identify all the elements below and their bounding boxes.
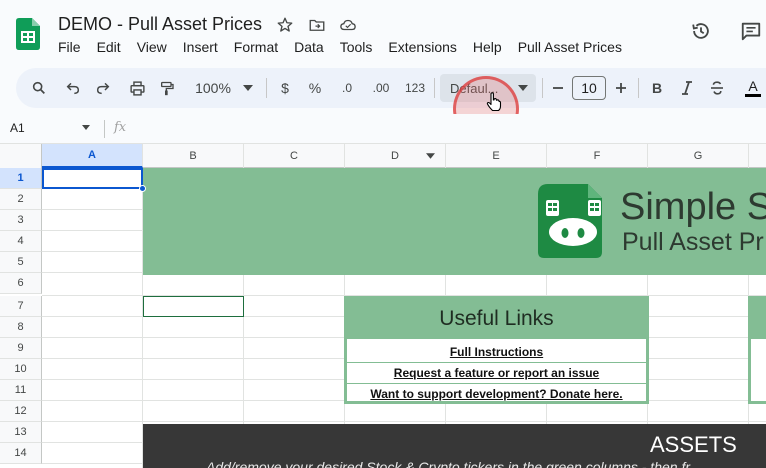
row-header-14[interactable]: 14 [0,443,42,464]
link-request-feature[interactable]: Request a feature or report an issue [347,363,646,383]
number-format-button[interactable]: 123 [402,68,428,108]
row-header-4[interactable]: 4 [0,231,42,252]
cell-b7-border[interactable] [143,296,244,317]
cloud-saved-icon[interactable] [337,14,359,36]
zoom-caret-icon[interactable] [240,68,256,108]
useful-links-panel: Useful Links Full Instructions Request a… [344,296,649,404]
row-header-11[interactable]: 11 [0,380,42,401]
row-header-1[interactable]: 1 [0,168,42,189]
hand-cursor-icon [486,92,502,112]
select-all-corner[interactable] [0,144,42,168]
strikethrough-icon[interactable] [706,68,728,108]
row-header-7[interactable]: 7 [0,296,42,317]
toolbar-divider [434,78,435,98]
decrease-font-size-icon[interactable] [548,68,568,108]
italic-icon[interactable] [676,68,698,108]
menu-extensions[interactable]: Extensions [380,38,464,58]
undo-icon[interactable] [60,68,86,108]
paint-format-icon[interactable] [154,68,180,108]
banner-subtitle: Pull Asset Pr [622,228,764,256]
menu-file[interactable]: File [50,38,89,58]
column-header-e[interactable]: E [446,144,547,168]
redo-icon[interactable] [90,68,116,108]
row-header-3[interactable]: 3 [0,210,42,231]
text-color-glyph: A [748,78,758,94]
name-box-caret-icon[interactable] [82,125,90,130]
column-header-g[interactable]: G [648,144,749,168]
zoom-select[interactable]: 100% [190,68,236,108]
toolbar-divider [542,78,543,98]
percent-format-button[interactable]: % [304,68,326,108]
toolbar: 100% $ % .0 .00 123 Defaul... 10 B A [16,68,766,108]
assets-subtitle: Add/remove your desired Stock & Crypto t… [206,459,690,468]
print-icon[interactable] [124,68,150,108]
menu-format[interactable]: Format [226,38,286,58]
increase-font-size-icon[interactable] [610,68,632,108]
filter-caret-icon[interactable] [426,153,435,159]
fill-handle[interactable] [139,185,146,192]
second-panel-edge [748,296,766,404]
row-header-8[interactable]: 8 [0,317,42,338]
menu-bar: File Edit View Insert Format Data Tools … [50,38,630,58]
menu-edit[interactable]: Edit [89,38,129,58]
useful-links-heading: Useful Links [347,299,646,339]
toolbar-divider [638,78,639,98]
font-caret-icon [518,85,528,91]
version-history-icon[interactable] [688,18,714,44]
row-header-12[interactable]: 12 [0,401,42,422]
menu-data[interactable]: Data [286,38,332,58]
second-panel-heading [751,299,766,339]
column-header-a[interactable]: A [42,144,143,168]
column-header-c[interactable]: C [244,144,345,168]
link-donate[interactable]: Want to support development? Donate here… [347,384,646,404]
decrease-decimal-button[interactable]: .0 [334,68,360,108]
sheets-logo-icon[interactable] [16,18,40,50]
formula-bar: A1 fx [0,114,766,144]
fx-icon: fx [114,120,127,135]
text-color-button[interactable]: A [742,68,764,108]
sheets-app: DEMO - Pull Asset Prices File Edit View … [0,0,766,468]
row-header-13[interactable]: 13 [0,422,42,443]
menu-insert[interactable]: Insert [175,38,226,58]
column-header-d[interactable]: D [345,144,446,168]
link-full-instructions[interactable]: Full Instructions [347,342,646,362]
assets-title: ASSETS [650,432,737,457]
move-folder-icon[interactable] [306,14,328,36]
currency-format-button[interactable]: $ [274,68,296,108]
name-box[interactable]: A1 [10,121,25,135]
menu-view[interactable]: View [129,38,175,58]
piggy-bank-logo-icon [538,184,602,258]
increase-decimal-label: .00 [372,81,390,95]
search-menus-icon[interactable] [26,68,52,108]
toolbar-divider [266,78,267,98]
column-header-f[interactable]: F [547,144,648,168]
text-color-swatch [745,94,761,97]
selected-cell-a1[interactable] [42,168,143,189]
title-bar: DEMO - Pull Asset Prices File Edit View … [0,0,766,62]
star-icon[interactable] [274,14,296,36]
column-header-d-label: D [391,150,399,162]
increase-decimal-button[interactable]: .00 [366,68,396,108]
row-header-6[interactable]: 6 [0,273,42,294]
column-header-b[interactable]: B [143,144,244,168]
font-size-input[interactable]: 10 [572,76,606,100]
row-header-5[interactable]: 5 [0,252,42,273]
row-header-9[interactable]: 9 [0,338,42,359]
menu-help[interactable]: Help [465,38,510,58]
column-header-row: A B C D E F G [0,144,766,168]
row-header-2[interactable]: 2 [0,189,42,210]
decrease-decimal-label: .0 [341,81,352,95]
document-title[interactable]: DEMO - Pull Asset Prices [58,14,262,35]
menu-tools[interactable]: Tools [332,38,381,58]
row-header-10[interactable]: 10 [0,359,42,380]
grid-line [42,421,766,422]
formula-divider [104,120,105,138]
comments-icon[interactable] [738,18,764,44]
banner-title: Simple S [620,186,766,228]
menu-pull-asset-prices[interactable]: Pull Asset Prices [510,38,630,58]
bold-button[interactable]: B [646,68,668,108]
